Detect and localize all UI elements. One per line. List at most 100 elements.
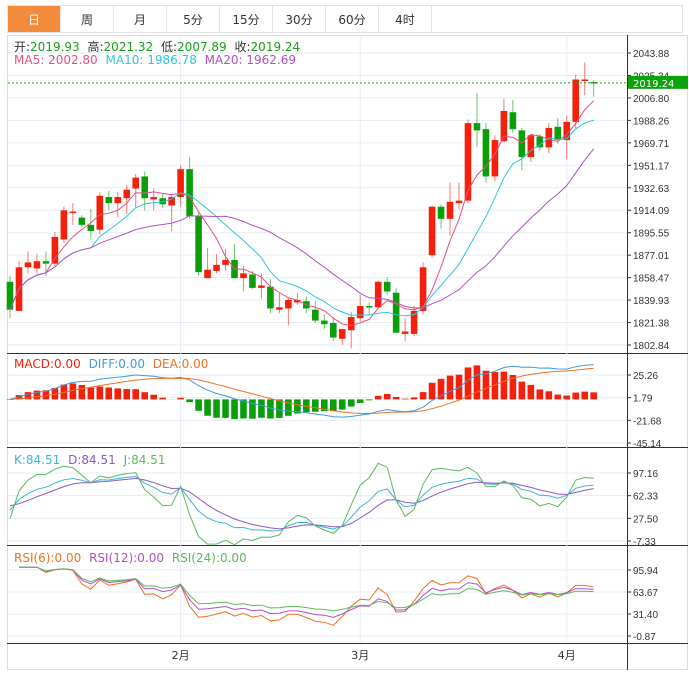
candle: [428, 205, 436, 258]
macd-histogram-bar: [563, 395, 571, 400]
ma-legend: MA5: 2002.80 MA10: 1986.78 MA20: 1962.69: [14, 53, 300, 67]
candle-body: [329, 323, 337, 338]
candle-body: [446, 201, 454, 219]
candle-body: [401, 331, 409, 334]
kdj-tick-label: -7.33: [633, 537, 656, 548]
candle-body: [141, 176, 148, 199]
candle: [338, 329, 346, 345]
candle-body: [24, 262, 32, 268]
macd-tick-label: -45.14: [633, 439, 662, 450]
candle-body: [96, 195, 104, 230]
macd-value: MACD:0.00: [14, 357, 81, 371]
candle: [33, 253, 41, 274]
candle-body: [581, 79, 589, 82]
rsi-tick-label: 63.67: [633, 588, 658, 599]
macd-histogram-bar: [374, 395, 382, 400]
macd-histogram-bar: [114, 388, 122, 400]
candle: [105, 190, 113, 211]
candle: [231, 244, 238, 279]
candle: [518, 127, 526, 171]
macd-histogram-bar: [590, 392, 597, 400]
macd-histogram-bar: [572, 392, 580, 400]
kdj-tick-label: 62.33: [633, 492, 658, 503]
candle-body: [168, 197, 175, 206]
rsi24-value: RSI(24):0.00: [171, 551, 247, 565]
candle: [356, 295, 364, 322]
macd-histogram-bar: [96, 386, 104, 400]
candle-body: [383, 281, 391, 292]
candle-body: [365, 306, 373, 308]
macd-histogram-bar: [356, 399, 364, 403]
macd-histogram-bar: [446, 375, 454, 400]
x-axis-month-label: 4月: [558, 649, 576, 662]
macd-histogram-bar: [141, 392, 148, 400]
candle: [159, 193, 166, 208]
price-tick-label: 1988.26: [633, 116, 670, 127]
candle-body: [69, 211, 77, 214]
macd-histogram-bar: [222, 399, 229, 418]
candle-body: [60, 210, 68, 240]
d-value: D:84.51: [68, 453, 116, 467]
candle: [123, 184, 131, 214]
kdj-legend: K:84.51 D:84.51 J:84.51: [14, 453, 170, 467]
macd-histogram-bar: [132, 389, 140, 400]
macd-histogram-bar: [473, 365, 481, 400]
macd-histogram-bar: [204, 399, 211, 416]
candle-body: [437, 206, 445, 219]
candle-body: [33, 261, 41, 269]
dea-value: DEA:0.00: [152, 357, 209, 371]
macd-histogram-bar: [312, 399, 319, 412]
candle: [527, 134, 535, 162]
price-tick-label: 2006.80: [633, 94, 670, 105]
rsi-tick-label: 95.94: [633, 566, 658, 577]
price-tick-label: 1932.63: [633, 184, 670, 195]
candle-body: [258, 285, 265, 288]
ma20-legend: MA20: 1962.69: [204, 53, 296, 67]
high-value: 2021.32: [103, 40, 154, 54]
macd-histogram-bar: [482, 370, 490, 400]
candle-body: [114, 197, 122, 204]
macd-histogram-bar: [123, 389, 131, 400]
candle: [195, 212, 202, 276]
open-label: 开:: [14, 40, 31, 54]
kdj-tick-label: 27.50: [633, 514, 658, 525]
candle: [392, 287, 400, 333]
price-tick-label: 1821.38: [633, 319, 670, 330]
macd-histogram-bar: [392, 396, 400, 400]
candle-body: [428, 206, 436, 256]
candle-body: [356, 306, 364, 319]
chart-frame: [7, 35, 688, 670]
candle-body: [455, 200, 463, 204]
candle-body: [87, 224, 95, 231]
candle-body: [554, 126, 562, 141]
macd-histogram-bar: [554, 394, 562, 400]
x-axis-month-label: 2月: [172, 649, 190, 662]
k-value: K:84.51: [14, 453, 61, 467]
candle-body: [491, 140, 499, 177]
macd-histogram-bar: [338, 399, 346, 410]
macd-histogram-bar: [500, 371, 508, 400]
price-tick-label: 1877.01: [633, 251, 670, 262]
candle: [51, 232, 59, 267]
candle-body: [518, 130, 526, 158]
candle: [347, 312, 355, 349]
candle: [204, 247, 211, 279]
k-line: [9, 475, 594, 532]
macd-histogram-bar: [231, 399, 238, 420]
candle-body: [150, 197, 157, 200]
macd-histogram-bar: [410, 397, 418, 400]
macd-histogram-bar: [276, 399, 283, 418]
candle-body: [572, 79, 580, 122]
candle-body: [374, 281, 382, 308]
macd-histogram-bar: [150, 394, 157, 400]
candle-body: [536, 136, 544, 148]
macd-histogram-bar: [428, 382, 436, 400]
candle-body: [51, 236, 59, 264]
candle: [446, 182, 454, 236]
rsi12-value: RSI(12):0.00: [89, 551, 164, 565]
candle: [132, 173, 140, 208]
candle-body: [213, 264, 220, 271]
price-tick-label: 1895.55: [633, 229, 670, 240]
candle-body: [222, 260, 229, 265]
price-tick-label: 1914.09: [633, 206, 670, 217]
